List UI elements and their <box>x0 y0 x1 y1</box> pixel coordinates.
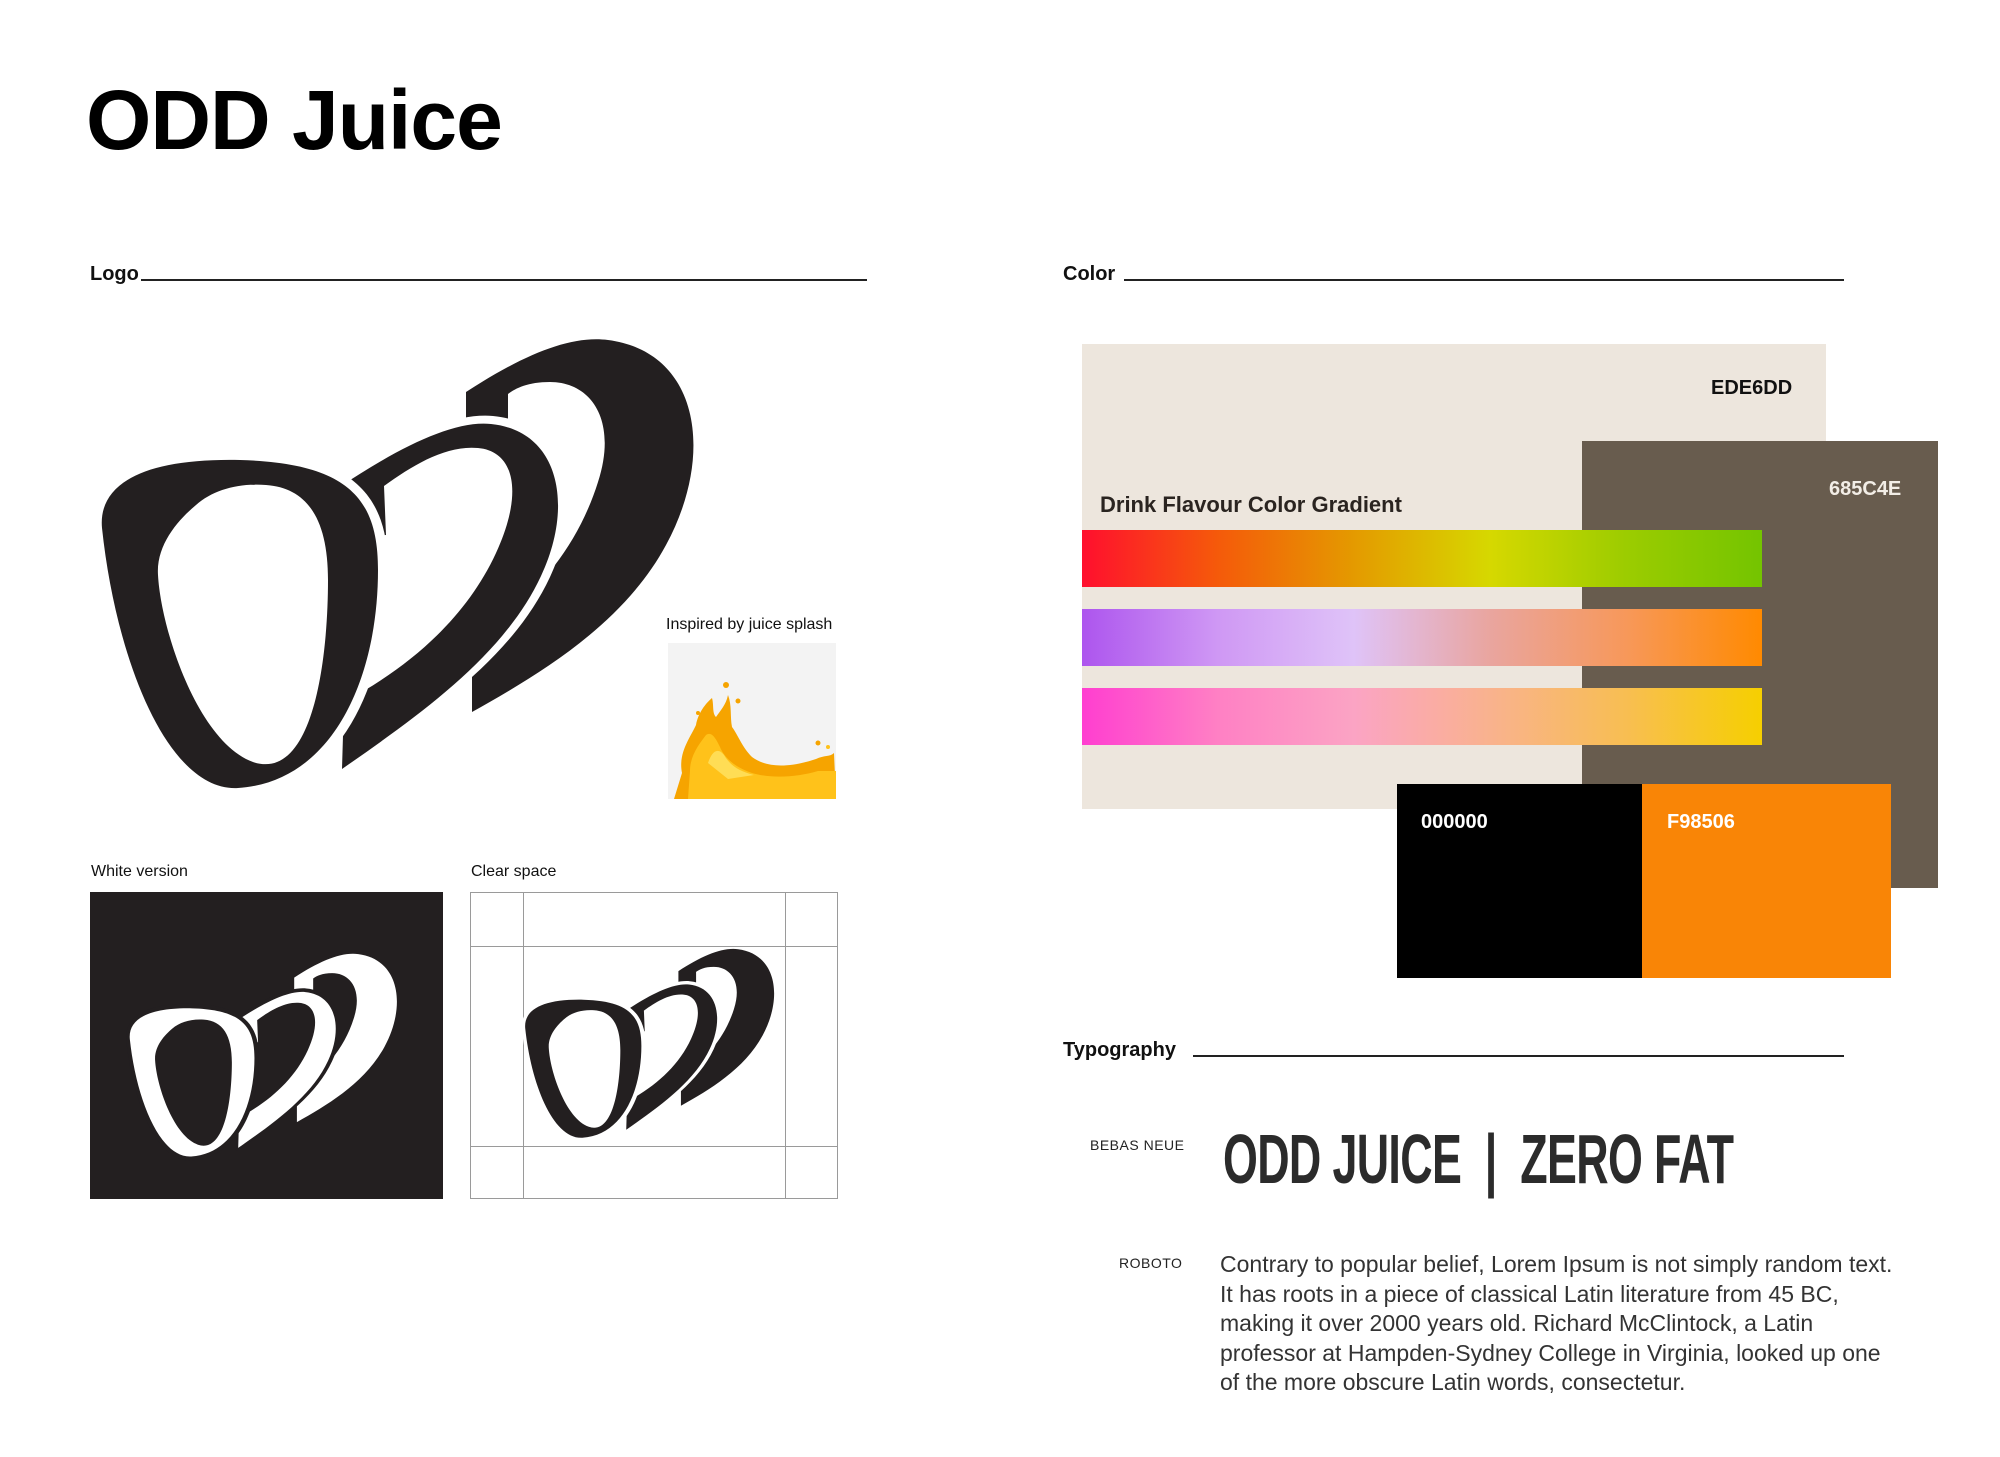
juice-splash-image <box>668 643 836 799</box>
hex-label-000000: 000000 <box>1421 811 1488 833</box>
typography-section-label: Typography <box>1063 1039 1176 1061</box>
logo-section-label: Logo <box>90 263 139 285</box>
color-section-label: Color <box>1063 263 1116 285</box>
font-name-roboto: ROBOTO <box>1119 1255 1183 1271</box>
gradient-bar-3 <box>1082 688 1762 745</box>
typography-section-rule <box>1193 1055 1844 1057</box>
odd-logo-mark <box>93 339 694 798</box>
font-sample-roboto: Contrary to popular belief, Lorem Ipsum … <box>1220 1251 1893 1395</box>
hex-label-ede6dd: EDE6DD <box>1711 377 1793 399</box>
clear-space-guide <box>785 893 786 1198</box>
gradient-bar-1 <box>1082 530 1762 587</box>
white-version-caption: White version <box>91 863 188 880</box>
color-section-rule <box>1124 279 1844 281</box>
white-version-panel <box>90 892 443 1199</box>
gradient-title: Drink Flavour Color Gradient <box>1100 492 1402 517</box>
hex-label-f98506: F98506 <box>1667 811 1735 833</box>
font-sample-bebas: ODD JUICE | ZERO FAT <box>1223 1120 1734 1198</box>
odd-logo-clear-space-mark <box>521 948 775 1142</box>
clear-space-caption: Clear space <box>471 863 557 880</box>
clear-space-panel <box>470 892 838 1199</box>
page-title: ODD Juice <box>86 73 503 167</box>
hex-label-685c4e: 685C4E <box>1829 478 1902 500</box>
odd-logo-white-mark <box>126 953 397 1161</box>
logo-section-rule <box>141 279 867 281</box>
gradient-bar-2 <box>1082 609 1762 666</box>
inspiration-caption: Inspired by juice splash <box>666 616 833 633</box>
font-name-bebas: BEBAS NEUE <box>1090 1137 1185 1153</box>
